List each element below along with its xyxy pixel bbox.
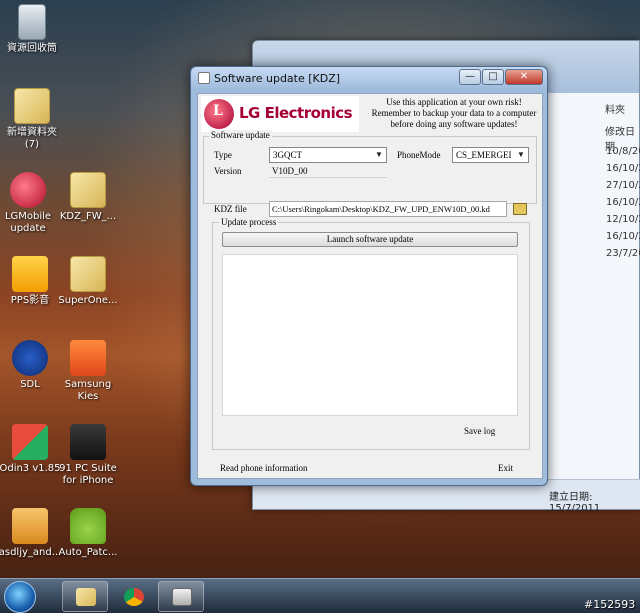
folder-icon	[14, 88, 50, 124]
desktop-icon-kdz-fw[interactable]: KDZ_FW_...	[52, 172, 124, 223]
kdz-file-label: KDZ file	[214, 204, 247, 214]
lg-logo: L LG Electronics	[201, 96, 359, 132]
chevron-down-icon: ▼	[375, 150, 383, 159]
type-value: 3GQCT	[273, 150, 302, 160]
odin-icon	[12, 424, 48, 460]
dialog-client-area: L LG Electronics Use this application at…	[197, 93, 543, 479]
update-log-area[interactable]	[222, 254, 518, 416]
motorola-icon	[12, 340, 48, 376]
desktop-icon-samsung-kies[interactable]: Samsung Kies	[52, 340, 124, 403]
explorer-row-date: 27/10/2	[606, 180, 640, 191]
pps-icon	[12, 256, 48, 292]
desktop-icon-label: Auto_Patc...	[58, 547, 118, 558]
update-process-group-label: Update process	[219, 217, 279, 227]
type-label: Type	[214, 150, 232, 160]
phonemode-label: PhoneMode	[397, 150, 441, 160]
version-field: V10D_00	[269, 164, 387, 178]
kdz-file-path-input[interactable]: C:\Users\Ringokam\Desktop\KDZ_FW_UPD_ENW…	[269, 201, 507, 217]
read-phone-information-button[interactable]: Read phone information	[220, 463, 307, 473]
desktop-icon-superone[interactable]: SuperOne...	[52, 256, 124, 307]
desktop-icon-label: 新增資料夾 (7)	[7, 127, 57, 150]
explorer-row-date: 16/10/2	[606, 163, 640, 174]
taskbar-explorer[interactable]	[62, 581, 108, 612]
apk-icon	[12, 508, 48, 544]
maximize-button[interactable]: □	[482, 69, 504, 85]
desktop-icon-label: KDZ_FW_...	[59, 211, 117, 222]
explorer-status-text: 建立日期: 15/7/2011	[549, 492, 601, 514]
close-button[interactable]: ✕	[505, 69, 543, 85]
app-icon	[198, 72, 210, 84]
chevron-down-icon: ▼	[517, 150, 525, 159]
type-dropdown[interactable]: 3GQCT ▼	[269, 147, 387, 163]
desktop-icon-new-folder[interactable]: 新增資料夾 (7)	[0, 88, 68, 151]
kies-icon	[70, 340, 106, 376]
desktop-icon-label: 資源回收筒	[7, 43, 57, 54]
chrome-icon	[124, 588, 144, 606]
lg-brand-text: LG Electronics	[239, 104, 353, 122]
dialog-title: Software update [KDZ]	[214, 72, 341, 85]
software-update-group-label: Software update	[209, 130, 272, 140]
taskbar	[0, 578, 640, 613]
desktop-icon-91-pc-suite[interactable]: 91 PC Suite for iPhone	[52, 424, 124, 487]
taskbar-kdz-updater[interactable]	[158, 581, 204, 612]
folder-icon	[70, 172, 106, 208]
explorer-row-date: 23/7/20	[606, 248, 640, 259]
version-label: Version	[214, 166, 242, 176]
desktop-icon-auto-patch[interactable]: Auto_Patc...	[52, 508, 124, 559]
warning-text: Use this application at your own risk! R…	[371, 97, 537, 129]
app-window-icon	[172, 588, 192, 606]
taskbar-chrome[interactable]	[110, 581, 156, 612]
explorer-row-date: 16/10/2	[606, 197, 640, 208]
launch-software-update-button[interactable]: Launch software update	[222, 232, 518, 247]
lg-mobile-icon	[10, 172, 46, 208]
open-folder-icon[interactable]	[513, 203, 527, 215]
folder-icon	[76, 588, 96, 606]
desktop-icon-label: Samsung Kies	[64, 379, 112, 402]
recycle-bin-icon	[18, 4, 46, 40]
software-update-dialog[interactable]: Software update [KDZ] — □ ✕ L LG Electro…	[190, 66, 548, 486]
android-icon	[70, 508, 106, 544]
start-button[interactable]	[4, 581, 36, 613]
desktop-icon-label: 91 PC Suite for iPhone	[59, 463, 117, 486]
dialog-titlebar[interactable]: Software update [KDZ] — □ ✕	[191, 67, 547, 89]
desktop-icon-recycle-bin[interactable]: 資源回收筒	[0, 4, 68, 55]
explorer-row-date: 12/10/2	[606, 214, 640, 225]
explorer-row-date: 10/8/20	[606, 146, 640, 157]
watermark-text: #152593	[584, 598, 636, 611]
pc-suite-icon	[70, 424, 106, 460]
desktop-icon-label: SuperOne...	[58, 295, 118, 306]
explorer-row-date: 16/10/2	[606, 231, 640, 242]
exit-button[interactable]: Exit	[498, 463, 513, 473]
folder-icon	[70, 256, 106, 292]
save-log-button[interactable]: Save log	[464, 426, 495, 436]
explorer-column-label: 料夾	[605, 105, 625, 116]
phonemode-dropdown[interactable]: CS_EMERGEI ▼	[452, 147, 529, 163]
phonemode-value: CS_EMERGEI	[456, 150, 512, 160]
lg-logo-letter: L	[213, 103, 223, 119]
minimize-button[interactable]: —	[459, 69, 481, 85]
